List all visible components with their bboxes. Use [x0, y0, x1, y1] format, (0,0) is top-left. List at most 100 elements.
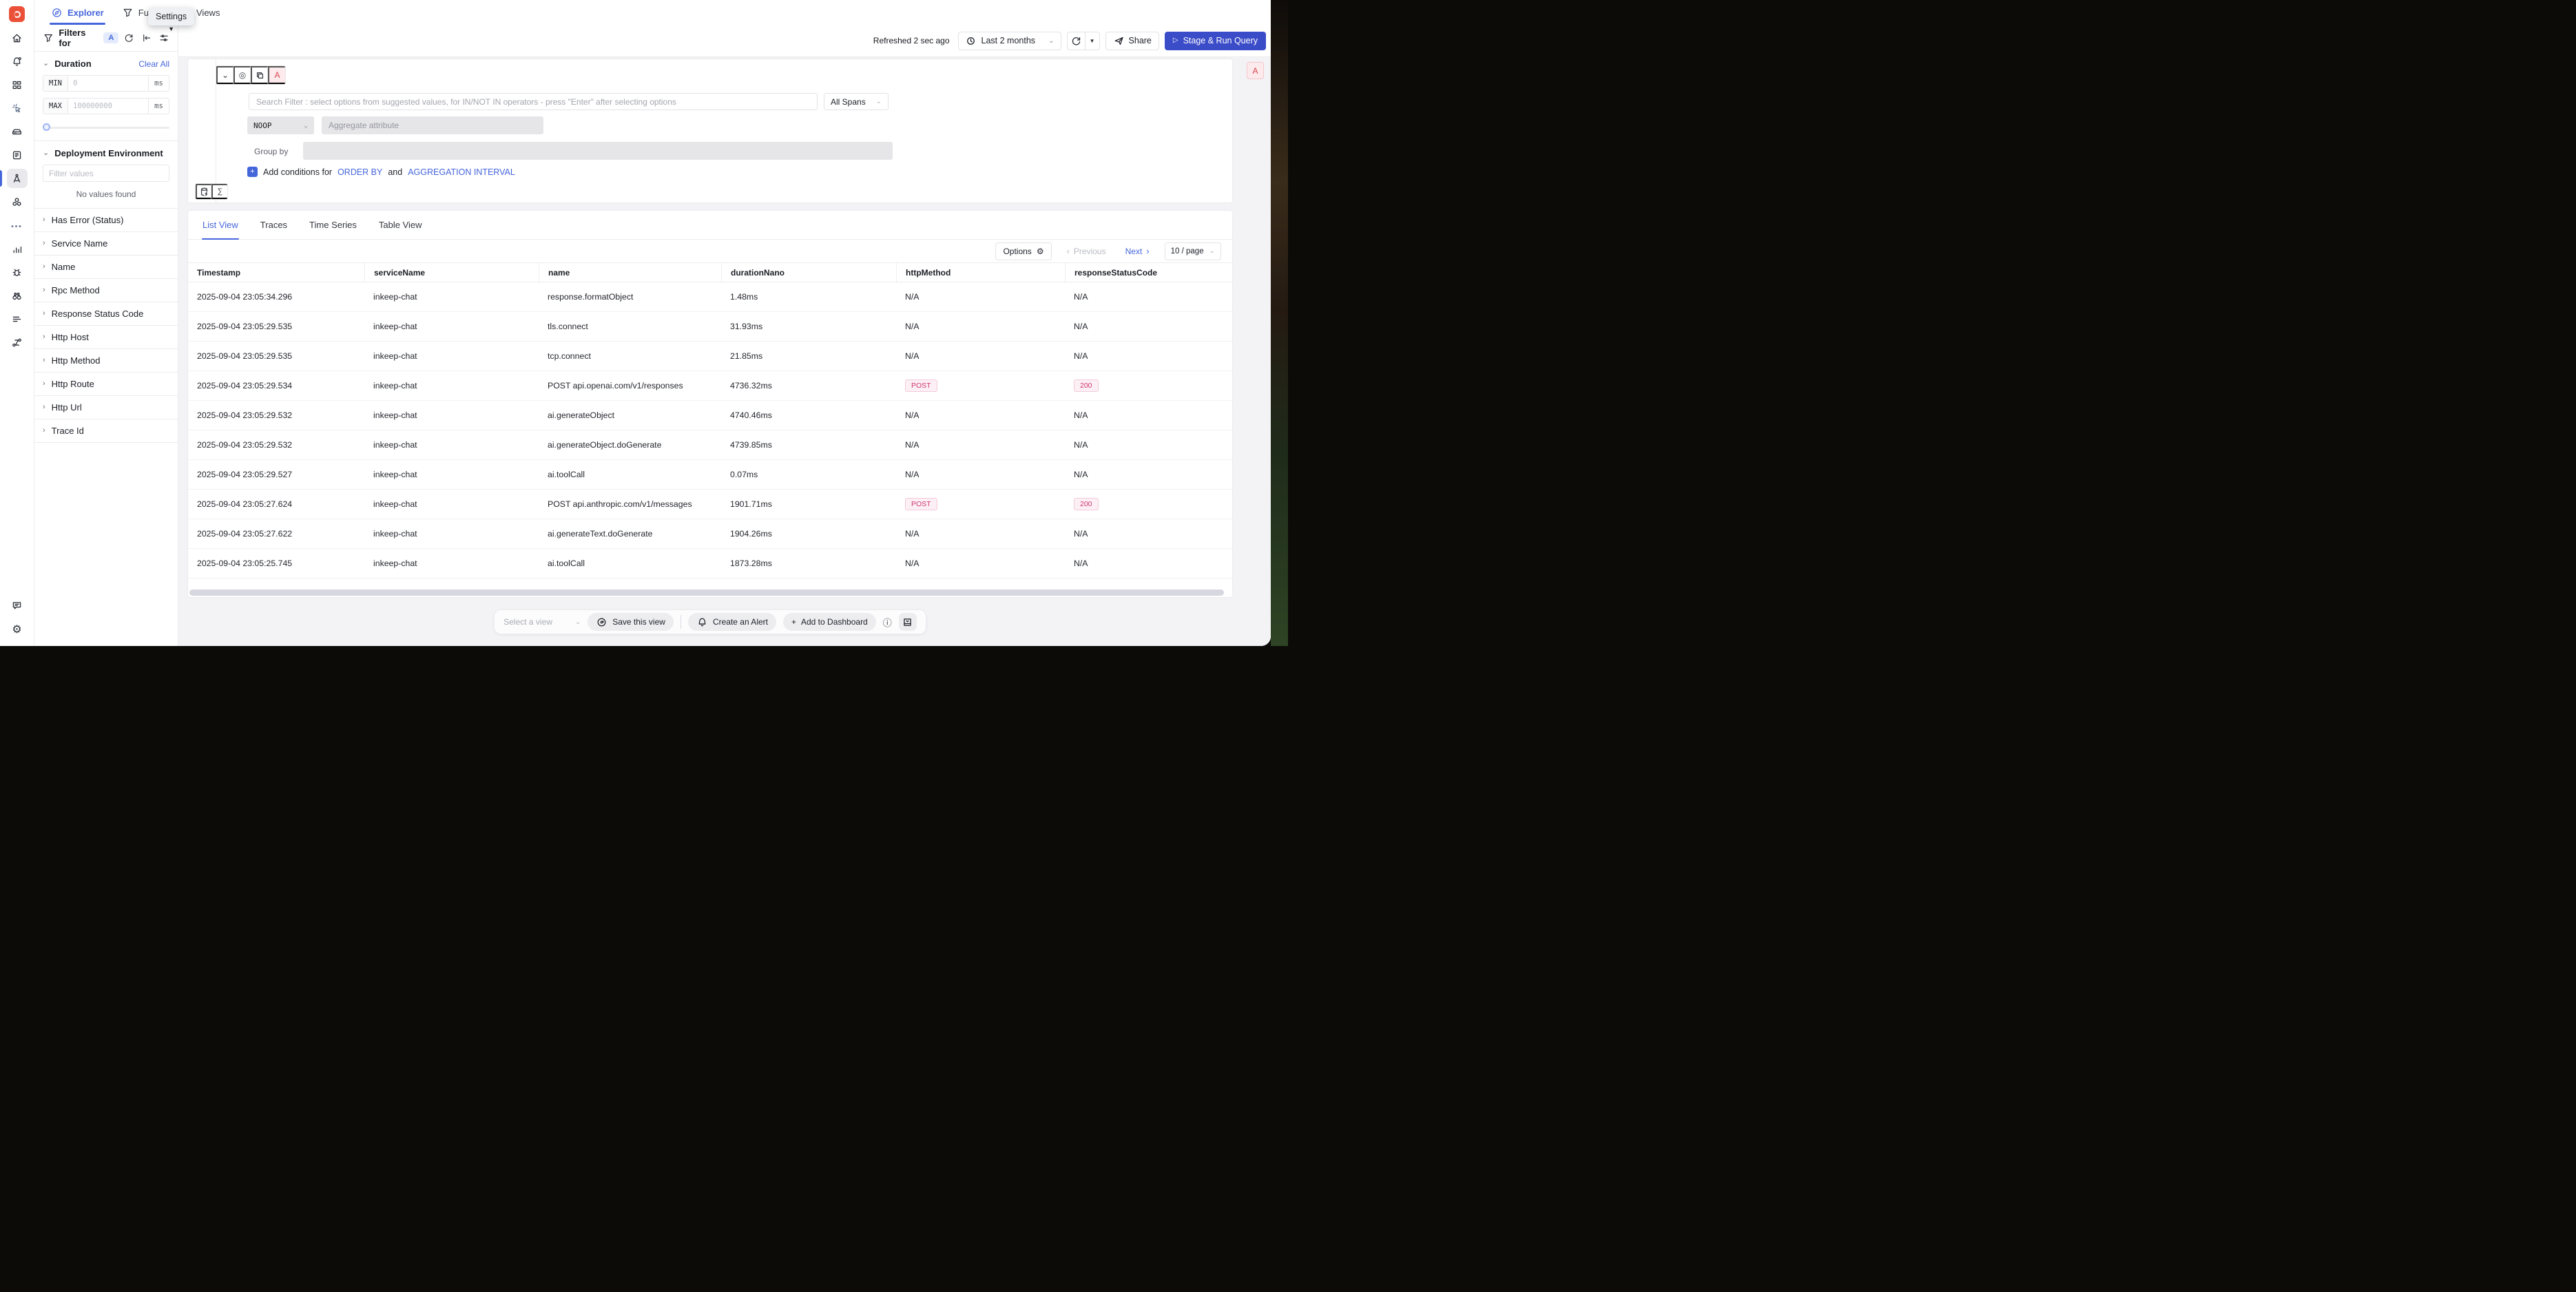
bars-icon — [11, 243, 23, 255]
table-row-ai.toolCall[interactable]: 2025-09-04 23:05:25.745 inkeep-chat ai.t… — [188, 549, 1232, 579]
column-header[interactable]: responseStatusCode — [1065, 263, 1232, 282]
collapse-query-button[interactable]: ⌄ — [216, 66, 233, 84]
search-filter-input[interactable] — [249, 93, 818, 110]
rail-item-home[interactable] — [7, 28, 28, 48]
query-a-badge[interactable]: A — [268, 66, 285, 84]
rail-item-support[interactable] — [7, 598, 28, 613]
previous-page-button[interactable]: ‹ Previous — [1063, 246, 1110, 257]
filter-section[interactable]: › Trace Id — [34, 419, 178, 443]
filter-section[interactable]: › Name — [34, 256, 178, 279]
cell-timestamp: 2025-09-04 23:05:29.534 — [188, 371, 364, 400]
rail-item-quick-filters[interactable] — [7, 98, 28, 118]
query-a-floating-badge[interactable]: A — [1247, 62, 1264, 79]
plus-icon[interactable]: + — [247, 167, 258, 177]
next-page-button[interactable]: Next › — [1121, 246, 1154, 257]
rail-item-exceptions[interactable] — [7, 262, 28, 282]
copy-icon[interactable] — [251, 66, 268, 84]
stage-run-query-button[interactable]: ▷ Stage & Run Query — [1165, 32, 1266, 50]
signoz-logo[interactable] — [9, 6, 25, 22]
rail-item-traces[interactable] — [7, 169, 28, 188]
rail-item-infrastructure[interactable] — [7, 122, 28, 141]
slider-handle[interactable] — [43, 123, 50, 131]
filter-section[interactable]: › Service Name — [34, 232, 178, 256]
table-row-ai.generateText.doGenerate[interactable]: 2025-09-04 23:05:27.622 inkeep-chat ai.g… — [188, 519, 1232, 549]
create-alert-button[interactable]: Create an Alert — [688, 613, 776, 631]
top-tab-views[interactable]: Views — [195, 0, 221, 25]
clear-all-button[interactable]: Clear All — [138, 59, 169, 69]
column-header[interactable]: httpMethod — [896, 263, 1065, 282]
filter-section[interactable]: › Response Status Code — [34, 302, 178, 326]
info-icon[interactable]: ⓘ — [883, 616, 892, 629]
table-row-tls.connect[interactable]: 2025-09-04 23:05:29.535 inkeep-chat tls.… — [188, 312, 1232, 342]
aggregate-operator-select[interactable]: NOOP ⌄ — [247, 116, 314, 134]
table-row-response.formatObject[interactable]: 2025-09-04 23:05:34.296 inkeep-chat resp… — [188, 282, 1232, 312]
rail-item-alerts[interactable] — [7, 52, 28, 71]
aggregation-interval-link[interactable]: AGGREGATION INTERVAL — [408, 167, 515, 177]
top-tab-explorer[interactable]: Explorer — [50, 0, 105, 25]
cell-service: inkeep-chat — [364, 430, 539, 459]
group-by-input[interactable] — [303, 142, 893, 160]
column-header[interactable]: Timestamp — [188, 263, 364, 282]
desktop-wallpaper — [1271, 0, 1288, 646]
order-by-link[interactable]: ORDER BY — [337, 167, 382, 177]
filter-settings-icon[interactable] — [158, 32, 169, 43]
duration-header[interactable]: ⌄ Duration Clear All — [43, 59, 169, 69]
time-range-select[interactable]: Last 2 months ⌄ — [958, 32, 1061, 50]
cursor-icon — [11, 103, 23, 114]
refresh-split-button: ▼ — [1067, 32, 1100, 50]
rail-item-dashboards[interactable] — [7, 75, 28, 94]
refresh-button[interactable] — [1068, 32, 1086, 50]
add-to-dashboard-button[interactable]: + Add to Dashboard — [783, 613, 876, 631]
table-row-ai.toolCall[interactable]: 2025-09-04 23:05:29.527 inkeep-chat ai.t… — [188, 460, 1232, 490]
view-tab-traces[interactable]: Traces — [260, 211, 288, 239]
filter-values-input[interactable] — [43, 165, 169, 182]
aggregate-attribute-input[interactable]: Aggregate attribute — [322, 116, 543, 134]
max-duration-input[interactable] — [68, 98, 148, 114]
column-header[interactable]: name — [539, 263, 721, 282]
filter-section[interactable]: › Rpc Method — [34, 279, 178, 302]
column-header[interactable]: serviceName — [364, 263, 539, 282]
table-row-ai.generateObject[interactable]: 2025-09-04 23:05:29.532 inkeep-chat ai.g… — [188, 401, 1232, 430]
save-view-button[interactable]: Save this view — [588, 613, 674, 631]
query-builder-icon[interactable] — [196, 184, 211, 199]
view-tab-time-series[interactable]: Time Series — [309, 211, 357, 239]
chevron-down-icon: ⌄ — [304, 122, 308, 129]
rail-item-integrations[interactable] — [7, 333, 28, 352]
refresh-menu-button[interactable]: ▼ — [1086, 32, 1099, 50]
table-row-POST api.anthropic.com/v1/messages[interactable]: 2025-09-04 23:05:27.624 inkeep-chat POST… — [188, 490, 1232, 519]
rail-item-more[interactable]: ••• — [7, 216, 28, 235]
collapse-icon[interactable] — [141, 32, 152, 43]
page-size-select[interactable]: 10 / page ⌄ — [1165, 242, 1221, 260]
filter-section[interactable]: › Http Method — [34, 349, 178, 373]
filter-section[interactable]: › Http Host — [34, 326, 178, 349]
flow-icon — [11, 337, 23, 348]
all-spans-select[interactable]: All Spans ⌄ — [824, 93, 889, 110]
rail-item-settings[interactable]: ⚙ — [7, 623, 28, 638]
filter-section[interactable]: › Has Error (Status) — [34, 209, 178, 232]
options-button[interactable]: Options ⚙ — [995, 242, 1051, 260]
rail-item-billing[interactable] — [7, 309, 28, 329]
select-view-dropdown[interactable]: Select a view ⌄ — [503, 617, 581, 627]
view-tab-list-view[interactable]: List View — [202, 211, 239, 239]
sigma-formula-icon[interactable]: ∑ — [211, 184, 227, 199]
share-button[interactable]: Share — [1105, 32, 1159, 50]
table-row-tcp.connect[interactable]: 2025-09-04 23:05:29.535 inkeep-chat tcp.… — [188, 342, 1232, 371]
view-tab-table-view[interactable]: Table View — [378, 211, 423, 239]
rail-item-metrics[interactable] — [7, 239, 28, 258]
rail-item-explore[interactable] — [7, 286, 28, 305]
duration-slider[interactable] — [43, 123, 169, 132]
cell-status-code: N/A — [1065, 460, 1232, 489]
table-row-ai.generateObject.doGenerate[interactable]: 2025-09-04 23:05:29.532 inkeep-chat ai.g… — [188, 430, 1232, 460]
column-header[interactable]: durationNano — [721, 263, 896, 282]
min-duration-input[interactable] — [68, 76, 148, 91]
horizontal-scrollbar[interactable] — [189, 590, 1224, 596]
rail-item-logs[interactable] — [7, 145, 28, 165]
filter-section[interactable]: › Http Url — [34, 396, 178, 419]
toggle-visibility-icon[interactable]: ◎ — [233, 66, 251, 84]
toggle-panel-icon[interactable] — [899, 613, 917, 631]
rail-item-services[interactable] — [7, 192, 28, 211]
refresh-icon[interactable] — [123, 32, 134, 43]
filter-section[interactable]: › Http Route — [34, 373, 178, 396]
table-row-POST api.openai.com/v1/responses[interactable]: 2025-09-04 23:05:29.534 inkeep-chat POST… — [188, 371, 1232, 401]
deployment-env-header[interactable]: ⌄ Deployment Environment — [43, 148, 169, 158]
